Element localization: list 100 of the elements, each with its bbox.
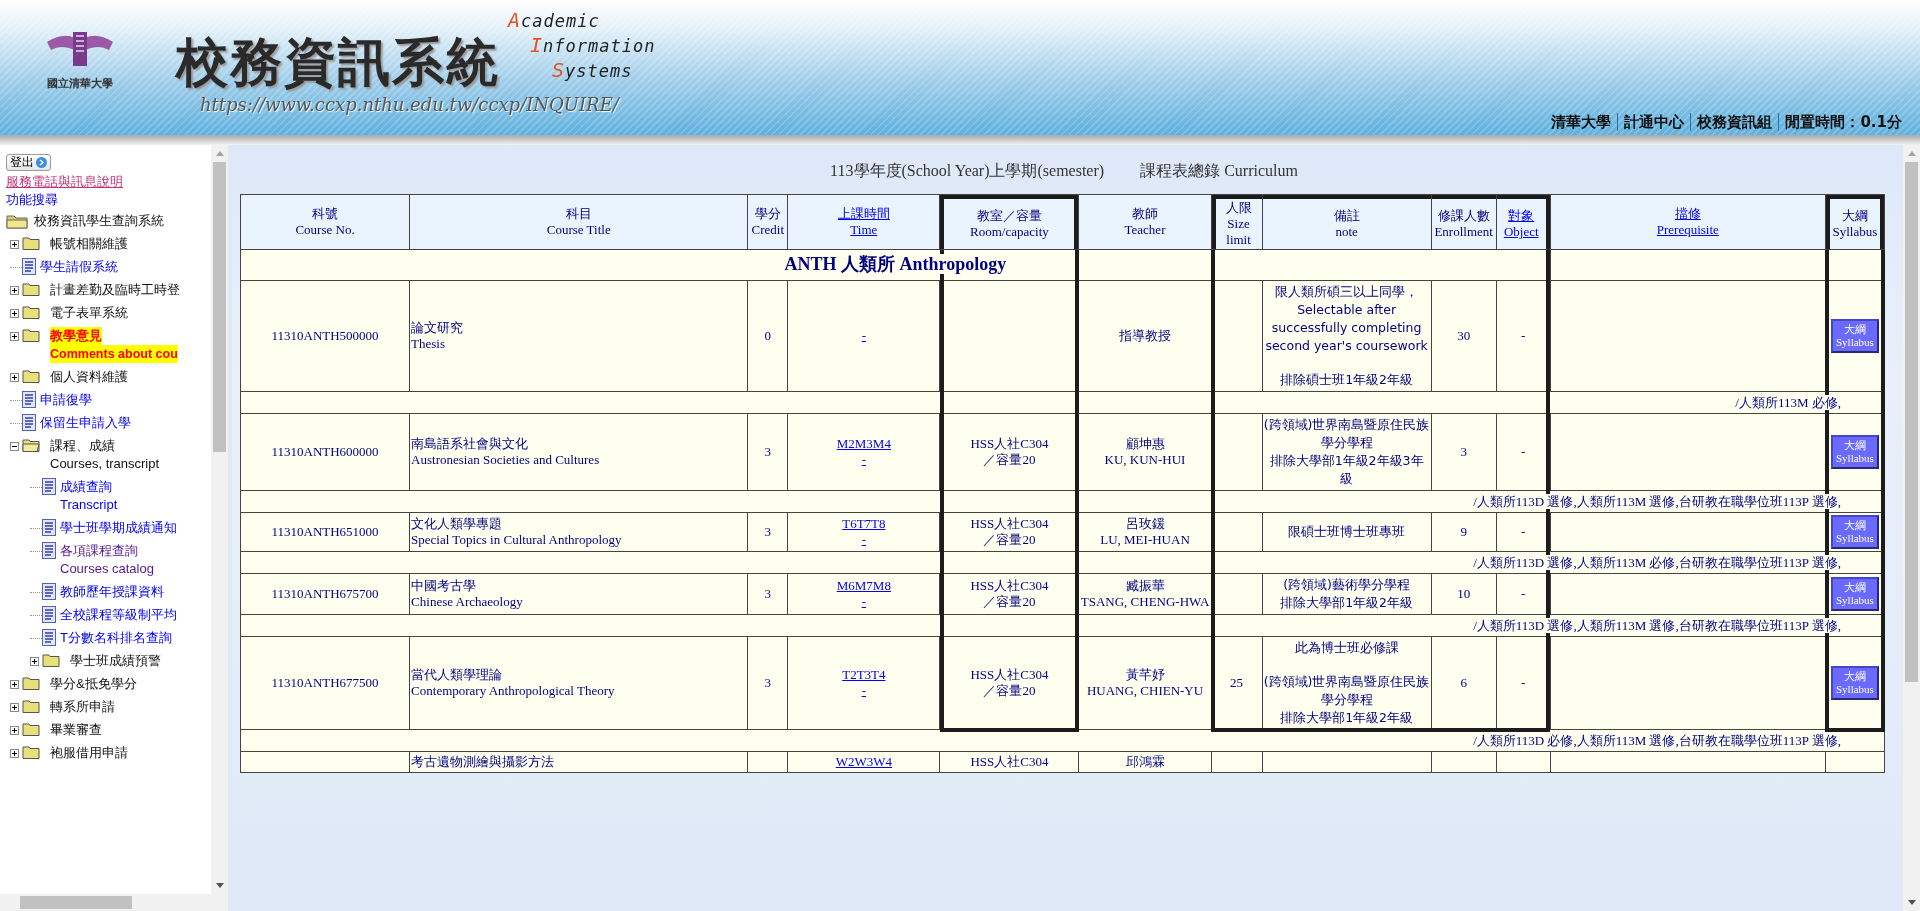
enrollment-count: 9 xyxy=(1460,524,1467,539)
object-value: - xyxy=(1521,586,1526,601)
course-title-english: Chinese Archaeology xyxy=(411,594,524,610)
column-header-link[interactable]: 上課時間 Time xyxy=(788,195,940,249)
teacher-name: 顧坤惠 xyxy=(1124,436,1166,452)
column-header-link[interactable]: 擋修 Prerequisite xyxy=(1550,195,1825,249)
credit-value: 3 xyxy=(764,524,772,539)
header-link[interactable]: 計通中心 xyxy=(1618,113,1692,131)
teacher-name: 臧振華 xyxy=(1124,578,1166,594)
folder-label[interactable]: 教學意見 xyxy=(50,327,102,345)
room-capacity: HSS人社C304 xyxy=(969,754,1050,770)
room-capacity: ／容量20 xyxy=(982,594,1037,610)
page-link[interactable]: 全校課程等級制平均 xyxy=(60,606,177,624)
course-number: 11310ANTH675700 xyxy=(271,586,379,601)
page-link[interactable]: 成績查詢 xyxy=(60,478,118,496)
course-number: 11310ANTH651000 xyxy=(271,524,379,539)
folder-label[interactable]: 袍服借用申請 xyxy=(50,744,128,762)
folder-icon xyxy=(42,653,60,667)
folder-label[interactable]: 學分&抵免學分 xyxy=(50,675,137,693)
class-time-link[interactable]: T2T3T4 xyxy=(789,667,939,683)
folder-icon xyxy=(22,236,40,250)
syllabus-button[interactable]: 大綱 Syllabus xyxy=(1831,515,1879,549)
header-link[interactable]: 清華大學 xyxy=(1545,113,1619,131)
tree-root-label[interactable]: 校務資訊學生查詢系統 xyxy=(34,212,164,230)
folder-icon xyxy=(22,369,40,383)
plus-box-icon[interactable] xyxy=(10,332,19,341)
folder-label[interactable]: 畢業審查 xyxy=(50,721,102,739)
course-title-english: Thesis xyxy=(411,336,447,352)
plus-box-icon[interactable] xyxy=(10,703,19,712)
object-value: - xyxy=(1521,444,1526,459)
folder-label[interactable]: 轉系所申請 xyxy=(50,698,115,716)
page-link[interactable]: 學士班學期成績通知 xyxy=(60,519,177,537)
document-icon xyxy=(22,414,36,431)
folder-label[interactable]: 課程、成績 xyxy=(50,437,115,455)
time-note-link[interactable]: - xyxy=(789,328,939,344)
class-time-link[interactable]: M2M3M4 xyxy=(789,436,939,452)
teacher-name-english: KU, KUN-HUI xyxy=(1103,452,1187,468)
time-note-link[interactable]: - xyxy=(789,532,939,548)
function-search-link[interactable]: 功能搜尋 xyxy=(6,191,204,209)
subtitle-word: Academic xyxy=(508,8,601,33)
syllabus-button[interactable]: 大綱 Syllabus xyxy=(1831,435,1879,469)
folder-icon xyxy=(22,745,40,759)
document-icon xyxy=(22,258,36,275)
program-requirement-text: /人類所113D 選修,人類所113M 必修,台研教在職學位班113P 選修, xyxy=(1470,554,1844,570)
course-note: 排除大學部1年級2年級 xyxy=(1279,709,1415,727)
page-link[interactable]: 各項課程查詢 xyxy=(60,542,154,560)
course-note: 排除碩士班1年級2年級 xyxy=(1279,371,1415,389)
time-note-link[interactable]: - xyxy=(789,594,939,610)
enrollment-count: 30 xyxy=(1457,328,1471,343)
plus-box-icon[interactable] xyxy=(10,726,19,735)
folder-label[interactable]: 學士班成績預警 xyxy=(70,652,161,670)
plus-box-icon[interactable] xyxy=(10,373,19,382)
course-note: 排除大學部1年級2年級 xyxy=(1279,594,1415,612)
folder-icon xyxy=(6,213,28,229)
enrollment-count: 3 xyxy=(1460,444,1467,459)
plus-box-icon[interactable] xyxy=(10,309,19,318)
page-link[interactable]: Transcript xyxy=(60,496,118,514)
header-link[interactable]: 校務資訊組 xyxy=(1691,113,1780,131)
folder-label[interactable]: 個人資料維護 xyxy=(50,368,128,386)
plus-box-icon[interactable] xyxy=(10,286,19,295)
service-info-link[interactable]: 服務電話與訊息說明 xyxy=(6,173,204,191)
minus-box-icon[interactable] xyxy=(10,442,19,451)
time-note-link[interactable]: - xyxy=(789,683,939,699)
course-title: 當代人類學理論 xyxy=(411,667,504,683)
object-value: - xyxy=(1521,675,1526,690)
page-link[interactable]: T分數名科排名查詢 xyxy=(60,629,172,647)
page-link[interactable]: 教師歷年授課資料 xyxy=(60,583,164,601)
syllabus-button[interactable]: 大綱 Syllabus xyxy=(1831,666,1879,700)
course-title-english: Contemporary Anthropological Theory xyxy=(411,683,616,699)
folder-label[interactable]: Courses, transcript xyxy=(50,455,160,473)
credit-value: 0 xyxy=(764,328,772,343)
arrow-circle-icon xyxy=(36,157,47,168)
plus-box-icon[interactable] xyxy=(10,240,19,249)
folder-label[interactable]: 帳號相關維護 xyxy=(50,235,128,253)
page-link[interactable]: 學生請假系統 xyxy=(40,258,118,276)
class-time-link[interactable]: M6M7M8 xyxy=(789,578,939,594)
class-time-link[interactable]: T6T7T8 xyxy=(789,516,939,532)
syllabus-button[interactable]: 大綱 Syllabus xyxy=(1831,577,1879,611)
site-url: https://www.ccxp.nthu.edu.tw/ccxp/INQUIRE/ xyxy=(200,94,621,115)
room-capacity: HSS人社C304 xyxy=(969,516,1050,532)
logout-button[interactable]: 登出 xyxy=(6,154,51,171)
room-capacity: ／容量20 xyxy=(982,683,1037,699)
folder-label[interactable]: 計畫差勤及臨時工時登 xyxy=(50,281,180,299)
page-link[interactable]: 保留生申請入學 xyxy=(40,414,131,432)
header-link[interactable]: 閒置時間：0.1分 xyxy=(1779,113,1908,131)
page-link[interactable]: 申請復學 xyxy=(40,391,92,409)
scrollbar[interactable] xyxy=(1903,145,1920,911)
plus-box-icon[interactable] xyxy=(10,680,19,689)
document-icon xyxy=(42,606,56,623)
syllabus-button[interactable]: 大綱 Syllabus xyxy=(1831,319,1879,353)
folder-icon xyxy=(22,699,40,713)
folder-label[interactable]: Comments about cou xyxy=(50,345,178,363)
plus-box-icon[interactable] xyxy=(30,657,39,666)
horizontal-scrollbar[interactable] xyxy=(0,894,228,911)
time-note-link[interactable]: - xyxy=(789,452,939,468)
page-link[interactable]: Courses catalog xyxy=(60,560,154,578)
folder-label[interactable]: 電子表單系統 xyxy=(50,304,128,322)
plus-box-icon[interactable] xyxy=(10,749,19,758)
page-title: 課程表總錄 Curriculum xyxy=(1140,161,1298,181)
scrollbar[interactable] xyxy=(211,145,228,894)
